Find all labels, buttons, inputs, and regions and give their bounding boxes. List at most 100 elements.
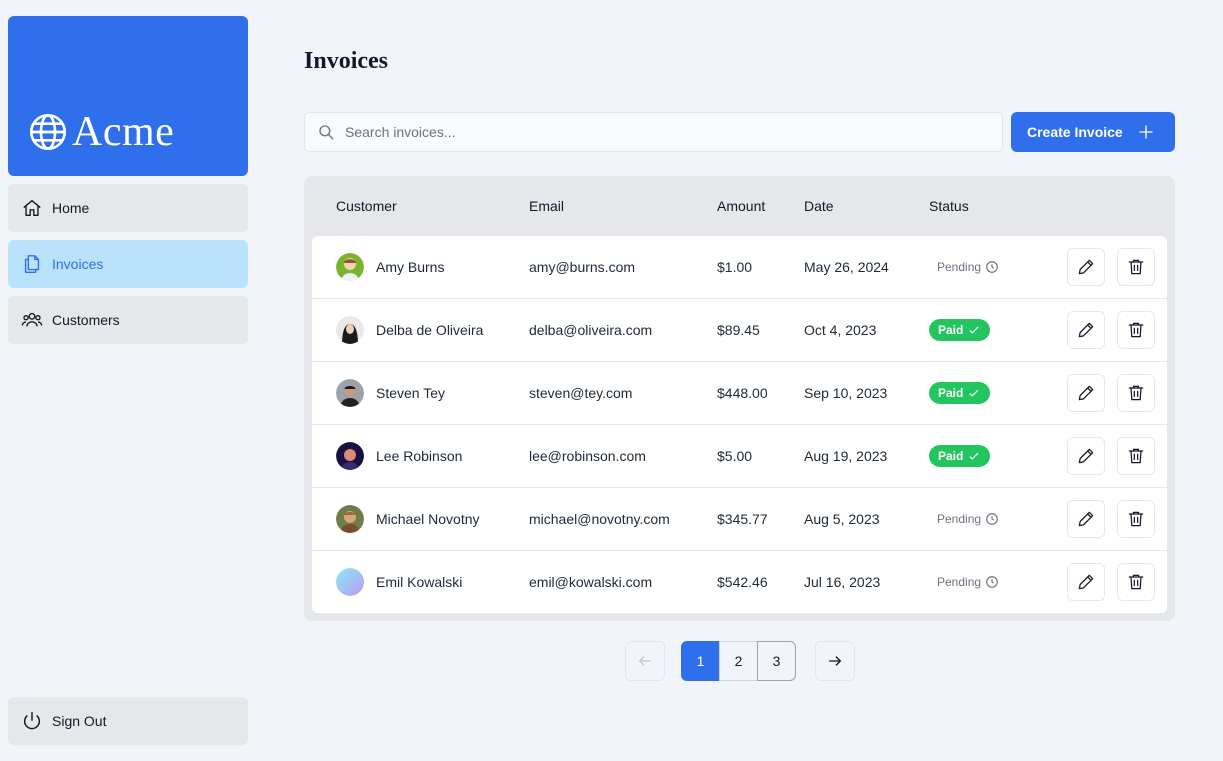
date-cell: Aug 19, 2023 [804, 448, 888, 464]
status-text: Pending [937, 512, 982, 526]
status-cell: Pending [929, 551, 1007, 613]
trash-icon [1128, 511, 1144, 527]
delete-button[interactable] [1117, 500, 1155, 538]
delete-button[interactable] [1117, 374, 1155, 412]
customer-cell: Amy Burns [336, 236, 444, 298]
page-button-3[interactable]: 3 [757, 641, 796, 681]
email-cell: michael@novotny.com [529, 511, 670, 527]
customer-name: Michael Novotny [376, 511, 480, 527]
sidebar: Acme Home Invoices Customers Sign Out [8, 16, 248, 745]
actions-cell [1067, 236, 1155, 298]
avatar [336, 379, 364, 407]
status-cell: Paid [929, 299, 991, 361]
edit-button[interactable] [1067, 563, 1105, 601]
table-row: Lee Robinson lee@robinson.com $5.00 Aug … [312, 425, 1167, 488]
sidebar-item-invoices[interactable]: Invoices [8, 240, 248, 288]
email-cell: lee@robinson.com [529, 448, 646, 464]
logo: Acme [28, 109, 175, 155]
table-row: Steven Tey steven@tey.com $448.00 Sep 10… [312, 362, 1167, 425]
date-cell: Sep 10, 2023 [804, 385, 888, 401]
page-button-1[interactable]: 1 [681, 641, 720, 681]
status-cell: Paid [929, 362, 991, 424]
status-text: Pending [937, 575, 982, 589]
clock-icon [986, 513, 998, 525]
customer-cell: Michael Novotny [336, 488, 480, 550]
plus-icon [1139, 125, 1153, 139]
amount-cell: $448.00 [717, 385, 768, 401]
customer-name: Steven Tey [376, 385, 446, 401]
clock-icon [986, 576, 998, 588]
clock-icon [986, 261, 998, 273]
date-cell: Jul 16, 2023 [804, 574, 881, 590]
edit-button[interactable] [1067, 311, 1105, 349]
date-cell: May 26, 2024 [804, 259, 889, 275]
column-header-amount: Amount [717, 198, 766, 214]
prev-page-button[interactable] [625, 641, 665, 681]
trash-icon [1128, 448, 1144, 464]
home-icon [23, 199, 41, 217]
sidebar-item-customers[interactable]: Customers [8, 296, 248, 344]
sign-out-button[interactable]: Sign Out [8, 697, 248, 745]
status-badge: Paid [929, 445, 991, 467]
check-icon [969, 452, 979, 460]
amount-cell: $89.45 [717, 322, 760, 338]
column-header-email: Email [529, 198, 565, 214]
status-text: Paid [938, 323, 964, 337]
avatar [336, 316, 364, 344]
trash-icon [1128, 574, 1144, 590]
avatar [336, 442, 364, 470]
next-page-button[interactable] [815, 641, 855, 681]
check-icon [969, 326, 979, 334]
actions-cell [1067, 299, 1155, 361]
trash-icon [1128, 259, 1144, 275]
status-badge: Pending [929, 571, 1007, 593]
avatar [336, 568, 364, 596]
check-icon [969, 389, 979, 397]
pencil-icon [1078, 322, 1094, 338]
globe-icon [30, 114, 66, 150]
actions-cell [1067, 551, 1155, 613]
email-cell: delba@oliveira.com [529, 322, 653, 338]
search-bar[interactable] [304, 112, 1003, 152]
edit-button[interactable] [1067, 248, 1105, 286]
trash-icon [1128, 385, 1144, 401]
amount-cell: $542.46 [717, 574, 768, 590]
email-cell: steven@tey.com [529, 385, 633, 401]
create-invoice-button[interactable]: Create Invoice [1011, 112, 1175, 152]
search-input[interactable] [345, 124, 945, 140]
amount-cell: $345.77 [717, 511, 768, 527]
page-button-2[interactable]: 2 [719, 641, 758, 681]
table-body: Amy Burns amy@burns.com $1.00 May 26, 20… [312, 236, 1167, 613]
sidebar-item-home[interactable]: Home [8, 184, 248, 232]
customer-name: Amy Burns [376, 259, 445, 275]
edit-button[interactable] [1067, 500, 1105, 538]
pencil-icon [1078, 259, 1094, 275]
invoices-table: Customer Email Amount Date Status Amy Bu… [304, 176, 1175, 621]
pencil-icon [1078, 385, 1094, 401]
status-text: Paid [938, 449, 964, 463]
delete-button[interactable] [1117, 437, 1155, 475]
brand-name: Acme [72, 109, 175, 155]
edit-button[interactable] [1067, 437, 1105, 475]
amount-cell: $1.00 [717, 259, 753, 275]
email-cell: amy@burns.com [529, 259, 636, 275]
status-badge: Paid [929, 382, 991, 404]
table-row: Amy Burns amy@burns.com $1.00 May 26, 20… [312, 236, 1167, 299]
status-text: Paid [938, 386, 964, 400]
page-title: Invoices [304, 48, 388, 74]
delete-button[interactable] [1117, 248, 1155, 286]
status-cell: Pending [929, 236, 1007, 298]
delete-button[interactable] [1117, 311, 1155, 349]
status-badge: Pending [929, 508, 1007, 530]
date-cell: Aug 5, 2023 [804, 511, 880, 527]
column-header-status: Status [929, 198, 969, 214]
logo-panel[interactable]: Acme [8, 16, 248, 176]
sidebar-item-label: Customers [52, 312, 120, 328]
trash-icon [1128, 322, 1144, 338]
table-row: Emil Kowalski emil@kowalski.com $542.46 … [312, 551, 1167, 613]
document-icon [24, 255, 40, 273]
status-badge: Pending [929, 256, 1007, 278]
delete-button[interactable] [1117, 563, 1155, 601]
edit-button[interactable] [1067, 374, 1105, 412]
page-numbers: 1 2 3 [681, 641, 796, 681]
